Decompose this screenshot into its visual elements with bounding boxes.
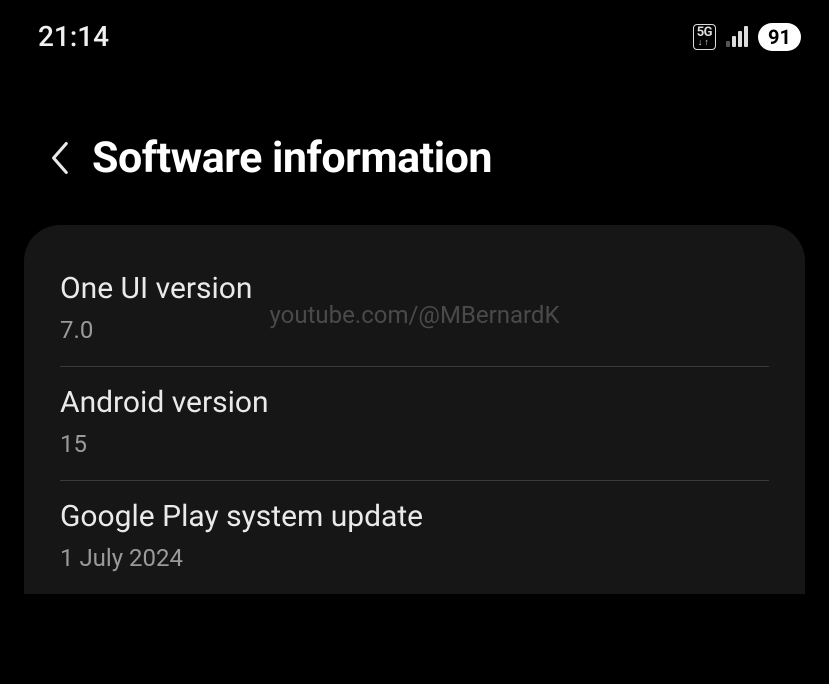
software-info-card: youtube.com/@MBernardK One UI version 7.… [24, 225, 805, 594]
item-title: Google Play system update [60, 499, 769, 534]
status-right: 5G ↓↑ 91 [693, 23, 801, 51]
page-header: Software information [0, 63, 829, 225]
back-icon[interactable] [48, 140, 70, 176]
signal-strength-icon [726, 27, 748, 47]
page-title: Software information [92, 133, 492, 183]
list-item[interactable]: Google Play system update 1 July 2024 [60, 481, 769, 594]
watermark-text: youtube.com/@MBernardK [269, 301, 559, 329]
item-value: 15 [60, 430, 769, 458]
list-item[interactable]: Android version 15 [60, 367, 769, 480]
item-title: Android version [60, 385, 769, 420]
status-bar: 21:14 5G ↓↑ 91 [0, 0, 829, 63]
battery-indicator: 91 [758, 23, 801, 51]
status-time: 21:14 [38, 20, 109, 53]
item-value: 1 July 2024 [60, 544, 769, 572]
network-5g-icon: 5G ↓↑ [693, 24, 716, 50]
